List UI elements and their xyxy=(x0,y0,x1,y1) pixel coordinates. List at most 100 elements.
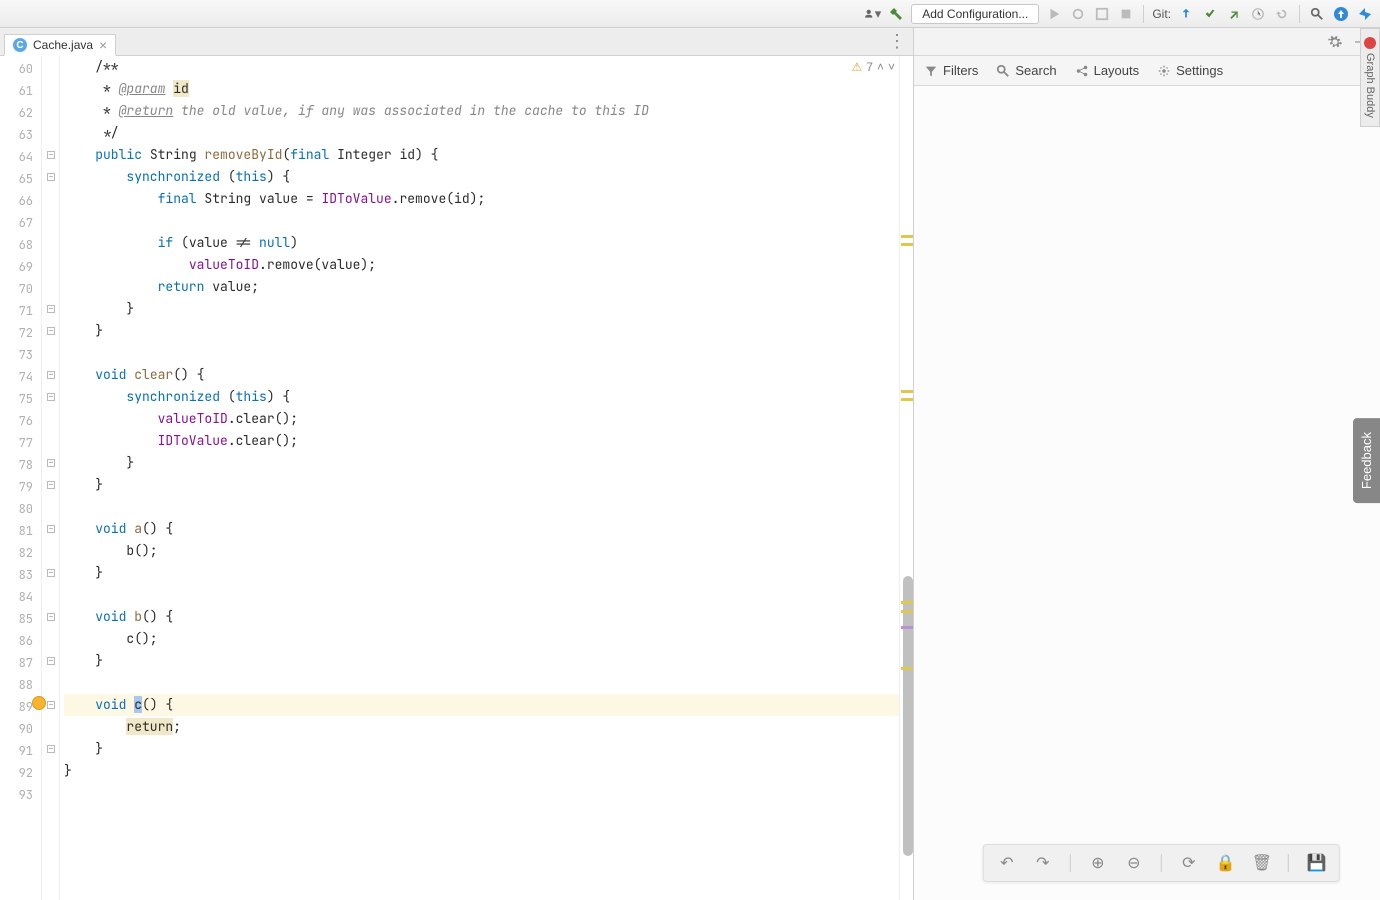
code-line[interactable]: */ xyxy=(64,122,899,144)
fold-toggle[interactable]: − xyxy=(47,371,55,379)
stripe-mark[interactable] xyxy=(901,398,913,401)
stripe-mark[interactable] xyxy=(901,667,913,670)
fold-toggle[interactable]: − xyxy=(47,525,55,533)
code-line[interactable]: } xyxy=(64,562,899,584)
sync-icon[interactable] xyxy=(1332,5,1350,23)
code-line[interactable]: /** xyxy=(64,56,899,78)
code-line[interactable]: void b() { xyxy=(64,606,899,628)
fold-toggle[interactable]: − xyxy=(47,393,55,401)
inspections-indicator[interactable]: ⚠ 7 ˄ ˅ xyxy=(852,60,895,74)
chevron-up-icon[interactable]: ˄ xyxy=(877,60,884,74)
code-line[interactable]: b(); xyxy=(64,540,899,562)
fold-toggle[interactable]: − xyxy=(47,657,55,665)
code-line[interactable]: valueToID.clear(); xyxy=(64,408,899,430)
stop-icon[interactable] xyxy=(1117,5,1135,23)
code-line[interactable]: * @param id xyxy=(64,78,899,100)
feedback-tab[interactable]: Feedback xyxy=(1353,418,1380,503)
stripe-mark[interactable] xyxy=(901,390,913,393)
fold-toggle[interactable]: − xyxy=(47,745,55,753)
git-rollback-icon[interactable] xyxy=(1273,5,1291,23)
graph-buddy-tab[interactable]: Graph Buddy xyxy=(1360,28,1380,127)
trash-icon[interactable]: 🗑 xyxy=(1252,853,1270,873)
fold-toggle[interactable]: − xyxy=(47,613,55,621)
hammer-build-icon[interactable] xyxy=(887,5,905,23)
layouts-button[interactable]: Layouts xyxy=(1075,63,1140,78)
refresh-icon[interactable]: ⟳ xyxy=(1180,853,1198,873)
debug-icon[interactable] xyxy=(1069,5,1087,23)
settings-button[interactable]: Settings xyxy=(1157,63,1223,78)
chevron-down-icon[interactable]: ˅ xyxy=(888,60,895,74)
code-line[interactable]: } xyxy=(64,650,899,672)
code-line[interactable]: final String value = IDToValue.remove(id… xyxy=(64,188,899,210)
code-line[interactable]: } xyxy=(64,298,899,320)
code-line[interactable]: synchronized (this) { xyxy=(64,166,899,188)
code-line[interactable]: synchronized (this) { xyxy=(64,386,899,408)
fold-toggle[interactable]: − xyxy=(47,569,55,577)
code-line[interactable]: } xyxy=(64,760,899,782)
stripe-mark[interactable] xyxy=(901,610,913,613)
fold-toggle[interactable]: − xyxy=(47,327,55,335)
line-number: 91 xyxy=(0,740,41,762)
fold-toggle[interactable]: − xyxy=(47,305,55,313)
code-line[interactable]: c(); xyxy=(64,628,899,650)
stripe-mark[interactable] xyxy=(901,626,913,629)
code-line[interactable] xyxy=(64,210,899,232)
code-line[interactable]: return; xyxy=(64,716,899,738)
code-line[interactable] xyxy=(64,496,899,518)
code-line[interactable] xyxy=(64,672,899,694)
code-line[interactable]: } xyxy=(64,452,899,474)
code-line[interactable]: valueToID.remove(value); xyxy=(64,254,899,276)
fold-toggle[interactable]: − xyxy=(47,173,55,181)
user-icon[interactable]: ▾ xyxy=(863,5,881,23)
git-push-icon[interactable] xyxy=(1225,5,1243,23)
gear-icon[interactable] xyxy=(1326,33,1344,51)
editor-tab-cache[interactable]: C Cache.java × xyxy=(4,34,116,56)
add-configuration-button[interactable]: Add Configuration... xyxy=(911,4,1039,24)
fold-gutter[interactable]: − − − − − − − − − − − − − − xyxy=(42,56,60,900)
stripe-mark[interactable] xyxy=(901,235,913,238)
code-line[interactable]: void c() { xyxy=(64,694,899,716)
search-button[interactable]: Search xyxy=(996,63,1056,78)
code-line[interactable]: IDToValue.clear(); xyxy=(64,430,899,452)
code-line[interactable]: } xyxy=(64,320,899,342)
fold-toggle[interactable]: − xyxy=(47,459,55,467)
editor-body[interactable]: 6061626364656667686970717273747576777879… xyxy=(0,56,913,900)
code-line[interactable]: public String removeById(final Integer i… xyxy=(64,144,899,166)
code-line[interactable]: void a() { xyxy=(64,518,899,540)
stripe-mark[interactable] xyxy=(901,601,913,604)
code-line[interactable]: } xyxy=(64,738,899,760)
zoom-in-icon[interactable]: ⊕ xyxy=(1089,853,1107,873)
fold-toggle[interactable]: − xyxy=(47,701,55,709)
filters-button[interactable]: Filters xyxy=(924,63,978,78)
jetbrains-icon[interactable] xyxy=(1356,5,1374,23)
run-icon[interactable] xyxy=(1045,5,1063,23)
code-line[interactable]: return value; xyxy=(64,276,899,298)
git-history-icon[interactable] xyxy=(1249,5,1267,23)
lock-icon[interactable]: 🔒 xyxy=(1216,853,1234,873)
redo-icon[interactable]: ↷ xyxy=(1034,853,1052,873)
code-line[interactable]: if (value != null) xyxy=(64,232,899,254)
git-update-icon[interactable] xyxy=(1177,5,1195,23)
git-commit-icon[interactable] xyxy=(1201,5,1219,23)
undo-icon[interactable]: ↶ xyxy=(998,853,1016,873)
coverage-icon[interactable] xyxy=(1093,5,1111,23)
code-line[interactable] xyxy=(64,342,899,364)
fold-toggle[interactable]: − xyxy=(47,481,55,489)
code-line[interactable] xyxy=(64,782,899,804)
code-line[interactable] xyxy=(64,584,899,606)
tab-more-icon[interactable]: ⋮ xyxy=(888,34,907,48)
code-line[interactable]: * @return the old value, if any was asso… xyxy=(64,100,899,122)
close-tab-icon[interactable]: × xyxy=(99,38,107,52)
code-area[interactable]: /** * @param id * @return the old value,… xyxy=(60,56,899,900)
search-icon[interactable] xyxy=(1308,5,1326,23)
code-line[interactable]: } xyxy=(64,474,899,496)
save-icon[interactable]: 💾 xyxy=(1307,853,1325,873)
code-line[interactable]: void clear() { xyxy=(64,364,899,386)
fold-toggle[interactable]: − xyxy=(47,151,55,159)
intention-bulb-icon[interactable] xyxy=(32,696,46,710)
stripe-mark[interactable] xyxy=(901,243,913,246)
graph-canvas[interactable]: ↶ ↷ ⊕ ⊖ ⟳ 🔒 🗑 💾 xyxy=(914,86,1380,900)
scrollbar-thumb[interactable] xyxy=(903,576,913,856)
zoom-out-icon[interactable]: ⊖ xyxy=(1125,853,1143,873)
error-stripe[interactable] xyxy=(899,56,913,900)
